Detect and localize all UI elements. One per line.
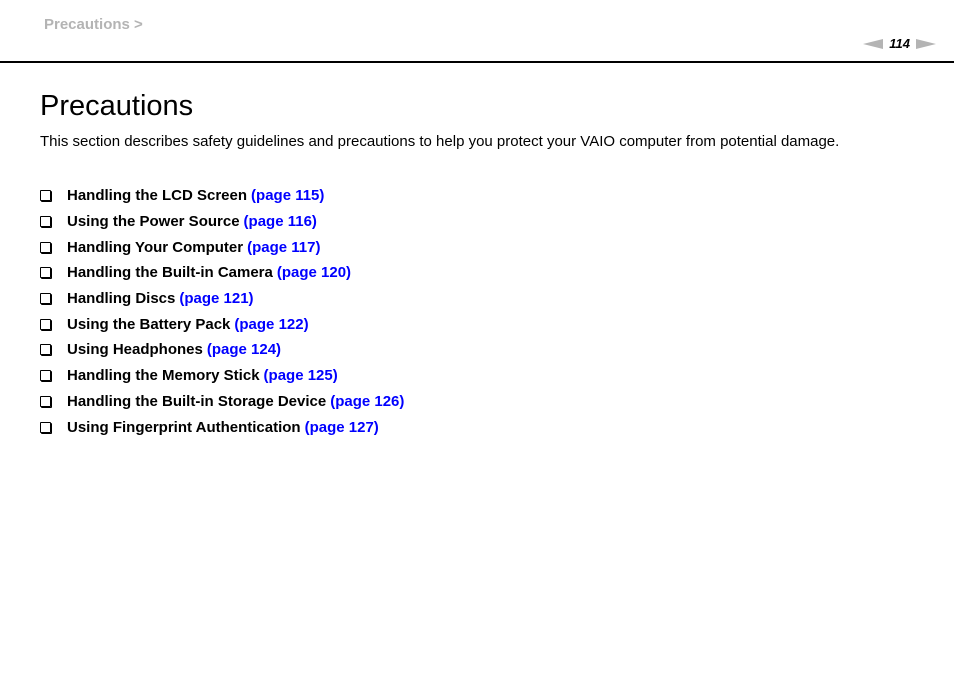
- page-link[interactable]: (page 117): [247, 239, 320, 256]
- page-link[interactable]: (page 115): [251, 187, 324, 204]
- checkbox-bullet-icon: [40, 370, 51, 382]
- list-item: Using Headphones (page 124): [40, 337, 404, 363]
- list-item: Handling the LCD Screen (page 115): [40, 183, 404, 209]
- page-navigation: 114: [863, 36, 936, 51]
- page-number: 114: [889, 36, 910, 51]
- checkbox-bullet-icon: [40, 216, 51, 228]
- breadcrumb[interactable]: Precautions >: [44, 16, 143, 33]
- topic-label: Using the Battery Pack: [67, 315, 231, 333]
- page-link[interactable]: (page 125): [264, 367, 338, 384]
- checkbox-bullet-icon: [40, 318, 51, 330]
- checkbox-bullet-icon: [40, 190, 51, 202]
- page-link[interactable]: (page 121): [179, 290, 253, 307]
- list-item: Handling the Memory Stick (page 125): [40, 363, 404, 389]
- list-item: Handling Discs (page 121): [40, 286, 404, 312]
- checkbox-bullet-icon: [40, 293, 51, 305]
- topic-label: Handling the LCD Screen: [67, 187, 248, 205]
- checkbox-bullet-icon: [40, 267, 51, 279]
- topic-label: Using Fingerprint Authentication: [67, 418, 301, 436]
- list-item: Using the Battery Pack (page 122): [40, 311, 404, 337]
- topic-label: Using Headphones: [67, 341, 203, 359]
- intro-text: This section describes safety guidelines…: [40, 133, 840, 150]
- checkbox-bullet-icon: [40, 344, 51, 356]
- page-link[interactable]: (page 127): [305, 419, 379, 436]
- page-link[interactable]: (page 116): [244, 213, 317, 230]
- topic-list: Handling the LCD Screen (page 115) Using …: [40, 183, 404, 440]
- page-link[interactable]: (page 122): [234, 316, 308, 333]
- topic-label: Handling the Built-in Camera: [67, 264, 273, 282]
- list-item: Handling the Built-in Camera (page 120): [40, 260, 404, 286]
- page-title: Precautions: [40, 90, 194, 122]
- topic-label: Handling Your Computer: [67, 238, 244, 256]
- list-item: Handling Your Computer (page 117): [40, 234, 404, 260]
- checkbox-bullet-icon: [40, 241, 51, 253]
- header-divider: [0, 61, 954, 63]
- page-link[interactable]: (page 126): [330, 393, 404, 410]
- next-page-icon[interactable]: [916, 38, 936, 49]
- checkbox-bullet-icon: [40, 395, 51, 407]
- list-item: Handling the Built-in Storage Device (pag…: [40, 389, 404, 415]
- page-link[interactable]: (page 124): [207, 341, 281, 358]
- list-item: Using the Power Source (page 116): [40, 209, 404, 235]
- previous-page-icon[interactable]: [863, 38, 884, 49]
- topic-label: Using the Power Source: [67, 213, 240, 231]
- page-link[interactable]: (page 120): [277, 264, 351, 281]
- topic-label: Handling the Built-in Storage Device: [67, 392, 327, 410]
- topic-label: Handling Discs: [67, 290, 176, 308]
- topic-label: Handling the Memory Stick: [67, 367, 260, 385]
- checkbox-bullet-icon: [40, 421, 51, 433]
- list-item: Using Fingerprint Authentication (page 12…: [40, 414, 404, 440]
